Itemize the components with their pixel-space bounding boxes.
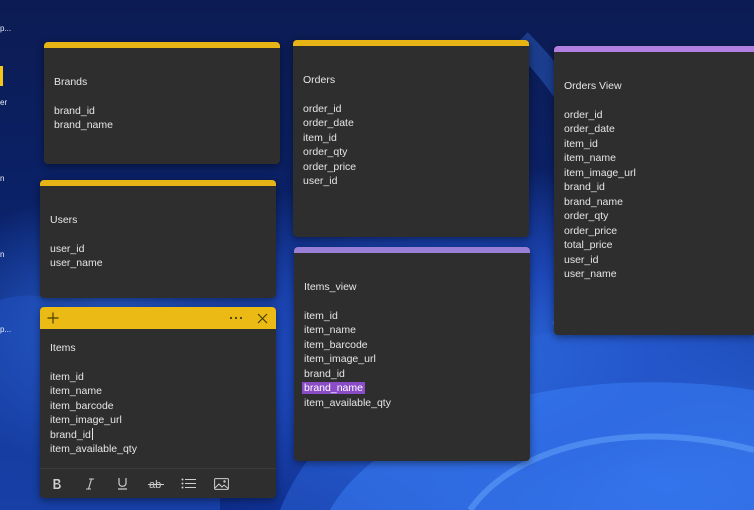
bullet-list-icon[interactable]	[180, 475, 197, 492]
sticky-note-brands[interactable]: Brands brand_id brand_name	[44, 42, 280, 164]
note-field: order_qty	[303, 146, 348, 158]
note-field: user_name	[564, 268, 617, 280]
note-field: item_image_url	[50, 414, 122, 426]
formatting-toolbar: ab	[40, 468, 276, 498]
note-field: brand_name	[54, 119, 113, 131]
note-field: item_name	[304, 324, 356, 336]
note-field: item_id	[304, 309, 338, 322]
note-body[interactable]: Items item_id item_name item_barcode ite…	[40, 329, 276, 457]
note-field: order_date	[564, 123, 615, 135]
note-title: Items_view	[304, 281, 357, 293]
note-header[interactable]	[40, 307, 276, 329]
note-title: Orders View	[564, 80, 622, 92]
sticky-note-items[interactable]: Items item_id item_name item_barcode ite…	[40, 307, 276, 498]
note-title: Items	[50, 342, 76, 354]
desktop-icon-label[interactable]: p...	[0, 325, 11, 334]
image-icon[interactable]	[213, 475, 230, 492]
note-field: brand_id	[564, 181, 605, 193]
note-field: order_id	[564, 108, 603, 121]
note-title: Brands	[54, 76, 88, 88]
note-field: item_id	[564, 137, 598, 150]
note-field: order_qty	[564, 210, 609, 222]
note-field: user_name	[50, 257, 103, 269]
note-body[interactable]: Orders order_id order_date item_id order…	[293, 46, 529, 189]
note-field: item_name	[564, 152, 616, 164]
desktop-icon-label[interactable]: n	[0, 250, 4, 259]
note-field: order_id	[303, 102, 342, 115]
more-options-icon[interactable]	[229, 311, 243, 325]
note-field: item_available_qty	[50, 443, 137, 455]
note-field: item_barcode	[50, 399, 114, 412]
note-field: brand_id	[304, 367, 345, 380]
note-body[interactable]: Items_view item_id item_name item_barcod…	[294, 253, 530, 410]
note-field: user_id	[303, 175, 338, 187]
desktop-selected-chip	[0, 66, 3, 86]
note-body[interactable]: Orders View order_id order_date item_id …	[554, 52, 754, 282]
note-field: item_image_url	[304, 353, 376, 365]
note-field: item_image_url	[564, 166, 636, 179]
desktop-icon-label[interactable]: er	[0, 98, 7, 107]
note-field: order_date	[303, 117, 354, 129]
note-field: item_id	[303, 131, 337, 144]
note-field: total_price	[564, 239, 613, 251]
note-field: item_barcode	[304, 338, 368, 351]
note-field: user_id	[50, 242, 85, 255]
text-caret	[91, 427, 93, 440]
desktop-icon-label[interactable]: p...	[0, 24, 11, 33]
note-field: brand_id	[50, 428, 91, 441]
note-field: brand_name	[564, 195, 623, 208]
italic-icon[interactable]	[81, 475, 98, 492]
note-field-selected-wrapper: brand_name	[302, 381, 520, 396]
sticky-note-orders[interactable]: Orders order_id order_date item_id order…	[293, 40, 529, 237]
note-field: item_name	[50, 385, 102, 397]
note-field-with-caret: brand_id	[50, 427, 266, 443]
add-note-icon[interactable]	[46, 311, 60, 325]
note-field: order_price	[303, 160, 357, 173]
underline-icon[interactable]	[114, 475, 131, 492]
selected-text[interactable]: brand_name	[302, 382, 365, 394]
desktop-icon-label[interactable]: n	[0, 174, 4, 183]
note-title: Users	[50, 214, 78, 226]
sticky-note-orders-view[interactable]: Orders View order_id order_date item_id …	[554, 46, 754, 335]
bold-icon[interactable]	[48, 475, 65, 492]
note-title: Orders	[303, 74, 336, 86]
close-icon[interactable]	[255, 311, 269, 325]
note-body[interactable]: Brands brand_id brand_name	[44, 48, 280, 133]
note-body[interactable]: Users user_id user_name	[40, 186, 276, 271]
note-field: brand_id	[54, 104, 95, 117]
strikethrough-icon[interactable]: ab	[147, 475, 164, 492]
note-field: order_price	[564, 224, 618, 237]
note-field: item_available_qty	[304, 396, 391, 409]
note-field: item_id	[50, 370, 84, 383]
sticky-note-users[interactable]: Users user_id user_name	[40, 180, 276, 298]
note-field: user_id	[564, 253, 599, 266]
sticky-note-items-view[interactable]: Items_view item_id item_name item_barcod…	[294, 247, 530, 461]
